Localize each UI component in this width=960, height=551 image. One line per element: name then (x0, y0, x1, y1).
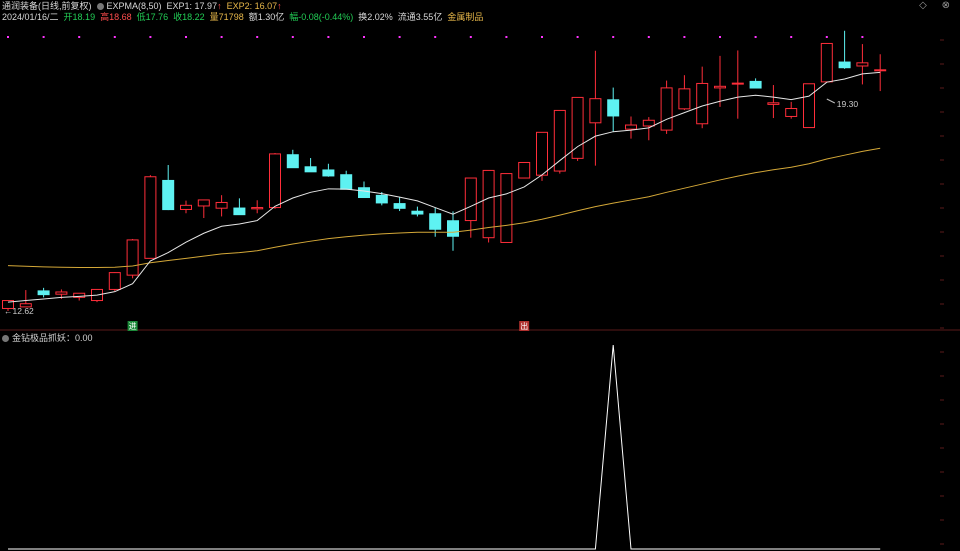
indicator-settings-icon[interactable] (2, 335, 9, 342)
candle-up (731, 82, 744, 85)
candle-up (126, 239, 139, 276)
high-label: 19.30 (837, 99, 859, 109)
marker-dot (825, 36, 828, 38)
candlestick-chart[interactable]: 19.30 ←12.62 进 出 (0, 0, 960, 551)
marker-dot (398, 36, 401, 38)
marker-dot (42, 36, 45, 38)
candle-down (838, 61, 851, 69)
candle-up (180, 204, 192, 210)
candle-up (642, 119, 655, 127)
high-pointer (826, 98, 836, 104)
buy-signal-tag: 进 (129, 322, 137, 331)
candle-up (553, 109, 566, 172)
candle-up (820, 42, 833, 83)
marker-dot (220, 36, 223, 38)
candle-up (518, 161, 531, 179)
candle-down (749, 80, 762, 89)
candle-up (197, 199, 210, 207)
candle-up (785, 108, 798, 117)
marker-dot (291, 36, 294, 38)
marker-dot (256, 36, 259, 38)
candle-down (358, 187, 370, 199)
candle-up (269, 153, 281, 209)
candle-up (464, 177, 477, 222)
marker-dot (647, 36, 650, 38)
exp2-line (7, 147, 881, 269)
candle-up (108, 272, 121, 290)
candle-up (625, 124, 637, 130)
candle-down (375, 194, 388, 204)
marker-dot (469, 36, 472, 38)
candle-up (215, 201, 228, 209)
candle-up (678, 88, 691, 110)
candle-up (767, 102, 780, 105)
candle-down (233, 207, 246, 216)
marker-dot (683, 36, 686, 38)
marker-dot (185, 36, 187, 38)
low-label: ←12.62 (4, 306, 34, 316)
candle-up (536, 131, 548, 176)
candle-up (589, 98, 602, 124)
candle-down (429, 213, 442, 230)
marker-dot (7, 36, 9, 38)
candle-up (500, 173, 513, 243)
candle-up (714, 85, 726, 89)
candle-up (55, 291, 68, 295)
marker-dot (113, 36, 116, 38)
candle-down (447, 220, 459, 237)
candle-down (304, 166, 317, 173)
candle-up (874, 69, 887, 72)
exp1-line (7, 71, 881, 303)
marker-dot (754, 36, 757, 38)
marker-dot (434, 36, 437, 38)
marker-dot (790, 36, 793, 38)
candle-up (856, 62, 869, 67)
marker-dot (149, 36, 152, 38)
candle-down (286, 154, 299, 169)
marker-dot (363, 36, 365, 38)
candle-down (162, 179, 175, 211)
candle-up (803, 83, 815, 129)
marker-dot (327, 36, 330, 38)
candle-down (607, 99, 620, 117)
indicator-line (8, 344, 881, 550)
candle-down (37, 290, 50, 296)
candle-up (696, 82, 709, 125)
marker-dot (78, 36, 81, 38)
candle-down (411, 210, 424, 215)
sell-signal-tag: 出 (520, 321, 528, 331)
marker-dot (541, 36, 543, 38)
candle-down (322, 169, 335, 177)
candle-up (144, 176, 157, 259)
candle-down (340, 174, 353, 190)
marker-dot (576, 36, 579, 38)
candle-up (251, 207, 264, 210)
marker-dot (719, 36, 721, 38)
marker-dot (612, 36, 615, 38)
indicator-panel-header: 金钻极品抓妖：0.00 (2, 333, 93, 343)
marker-dot (505, 36, 508, 38)
candle-down (393, 203, 406, 209)
marker-dot (861, 36, 864, 38)
indicator-label: 金钻极品抓妖：0.00 (12, 333, 93, 343)
candle-up (660, 87, 673, 131)
